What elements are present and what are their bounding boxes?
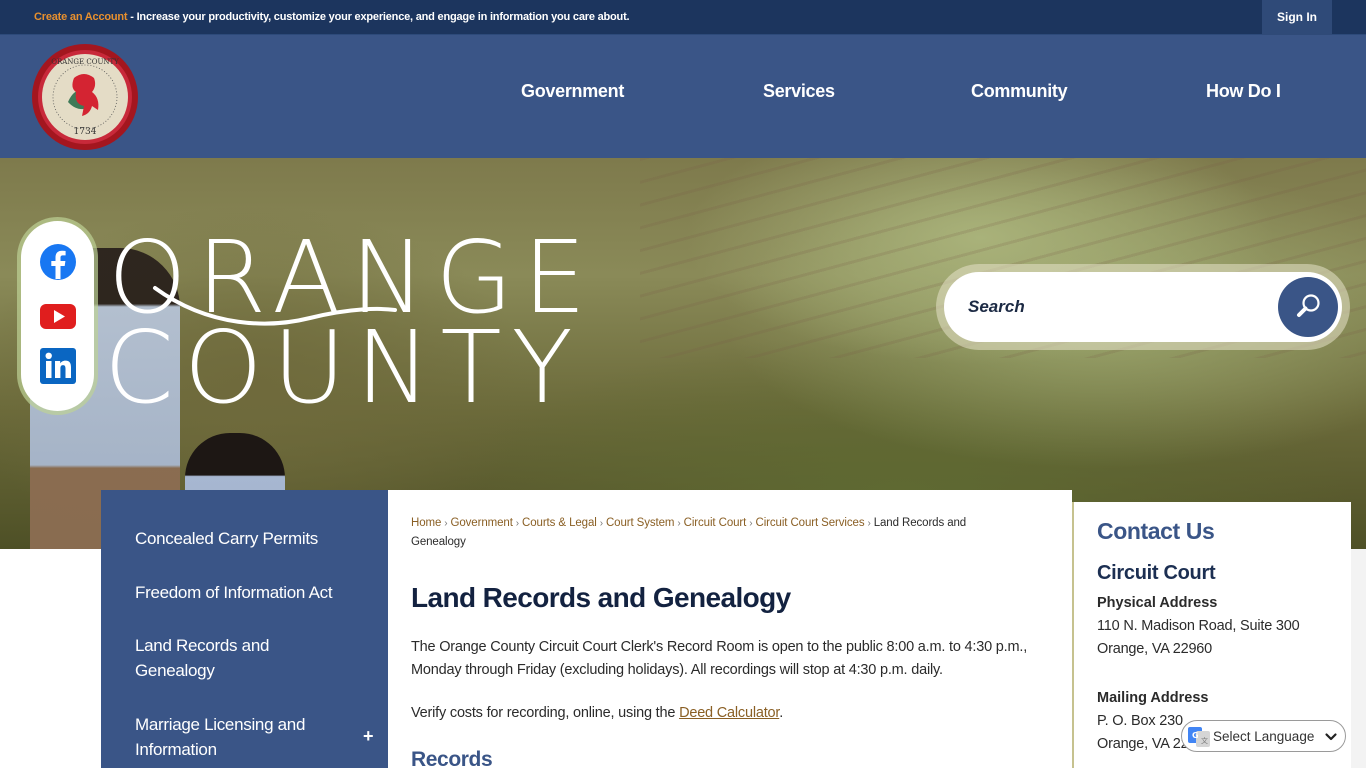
breadcrumb-separator: › xyxy=(599,518,603,529)
breadcrumb-separator: › xyxy=(515,518,520,529)
search-container xyxy=(936,264,1350,350)
site-header: 1734 ORANGE COUNTY Government Services C… xyxy=(0,35,1366,158)
physical-address-line1: 110 N. Madison Road, Suite 300 xyxy=(1097,618,1300,634)
deed-calculator-paragraph: Verify costs for recording, online, usin… xyxy=(411,702,1041,725)
paragraph-text: Verify costs for recording, online, usin… xyxy=(411,705,680,721)
account-promo: Create an Account - Increase your produc… xyxy=(34,11,630,23)
top-bar: Create an Account - Increase your produc… xyxy=(0,0,1366,35)
breadcrumb-circuit-court[interactable]: Circuit Court xyxy=(684,517,747,529)
svg-text:1734: 1734 xyxy=(74,127,97,137)
section-subnav: Concealed Carry Permits Freedom of Infor… xyxy=(101,490,388,768)
breadcrumb-separator: › xyxy=(867,518,871,529)
youtube-icon[interactable] xyxy=(39,297,77,335)
paragraph-text: . xyxy=(779,705,784,721)
breadcrumb-home[interactable]: Home xyxy=(411,517,441,529)
breadcrumb-court-system[interactable]: Court System xyxy=(606,517,675,529)
records-heading: Records xyxy=(411,748,493,768)
search-button[interactable] xyxy=(1278,277,1338,337)
breadcrumb-circuit-court-services[interactable]: Circuit Court Services xyxy=(755,517,864,529)
select-language-label: Select Language xyxy=(1213,729,1315,744)
physical-address-label: Physical Address xyxy=(1097,595,1218,611)
logo-swoosh-icon xyxy=(153,286,397,326)
social-media-bar xyxy=(21,221,94,411)
breadcrumb-separator: › xyxy=(677,518,681,529)
subnav-item-land-records[interactable]: Land Records and Genealogy xyxy=(135,633,305,683)
nav-government[interactable]: Government xyxy=(521,81,624,102)
subnav-item-foia[interactable]: Freedom of Information Act xyxy=(135,580,355,605)
select-language-dropdown[interactable]: G 文 Select Language xyxy=(1181,720,1346,752)
create-account-link[interactable]: Create an Account xyxy=(34,11,128,23)
page-title: Land Records and Genealogy xyxy=(411,582,791,613)
linkedin-icon[interactable] xyxy=(39,347,77,385)
nav-community[interactable]: Community xyxy=(971,81,1068,102)
nav-services[interactable]: Services xyxy=(763,81,835,102)
contact-heading: Contact Us xyxy=(1097,518,1215,544)
physical-address-line2: Orange, VA 22960 xyxy=(1097,641,1213,657)
page-edge xyxy=(1351,549,1366,768)
contact-department: Circuit Court xyxy=(1097,562,1216,584)
facebook-icon[interactable] xyxy=(39,243,77,281)
breadcrumb: Home › Government › Courts & Legal › Court Sys… xyxy=(411,514,991,551)
main-content: Home › Government › Courts & Legal › Court Sys… xyxy=(388,490,1072,768)
chevron-down-icon xyxy=(1325,733,1337,741)
hours-paragraph: The Orange County Circuit Court Clerk's … xyxy=(411,639,1028,678)
svg-text:文: 文 xyxy=(1201,736,1208,745)
svg-text:ORANGE COUNTY: ORANGE COUNTY xyxy=(51,58,119,66)
google-translate-icon: G 文 xyxy=(1188,727,1210,747)
breadcrumb-separator: › xyxy=(444,518,448,529)
mailing-address-label: Mailing Address xyxy=(1097,690,1209,706)
expand-plus-icon[interactable]: + xyxy=(363,726,374,747)
mailing-address-line1: P. O. Box 230 xyxy=(1097,713,1183,729)
county-seal-logo[interactable]: 1734 ORANGE COUNTY xyxy=(30,42,140,152)
promo-text: - Increase your productivity, customize … xyxy=(127,11,630,23)
svg-text:G: G xyxy=(1192,731,1199,740)
nav-how-do-i[interactable]: How Do I xyxy=(1206,81,1281,102)
breadcrumb-courts-legal[interactable]: Courts & Legal xyxy=(522,517,597,529)
sign-in-button[interactable]: Sign In xyxy=(1262,0,1332,35)
subnav-item-marriage-licensing[interactable]: Marriage Licensing and Information xyxy=(135,712,335,762)
breadcrumb-separator: › xyxy=(749,518,753,529)
search-input[interactable] xyxy=(968,290,1268,324)
subnav-item-concealed-carry[interactable]: Concealed Carry Permits xyxy=(135,526,355,551)
search-icon xyxy=(1297,294,1320,317)
breadcrumb-government[interactable]: Government xyxy=(451,517,513,529)
search-box xyxy=(944,272,1342,342)
deed-calculator-link[interactable]: Deed Calculator xyxy=(679,705,779,721)
